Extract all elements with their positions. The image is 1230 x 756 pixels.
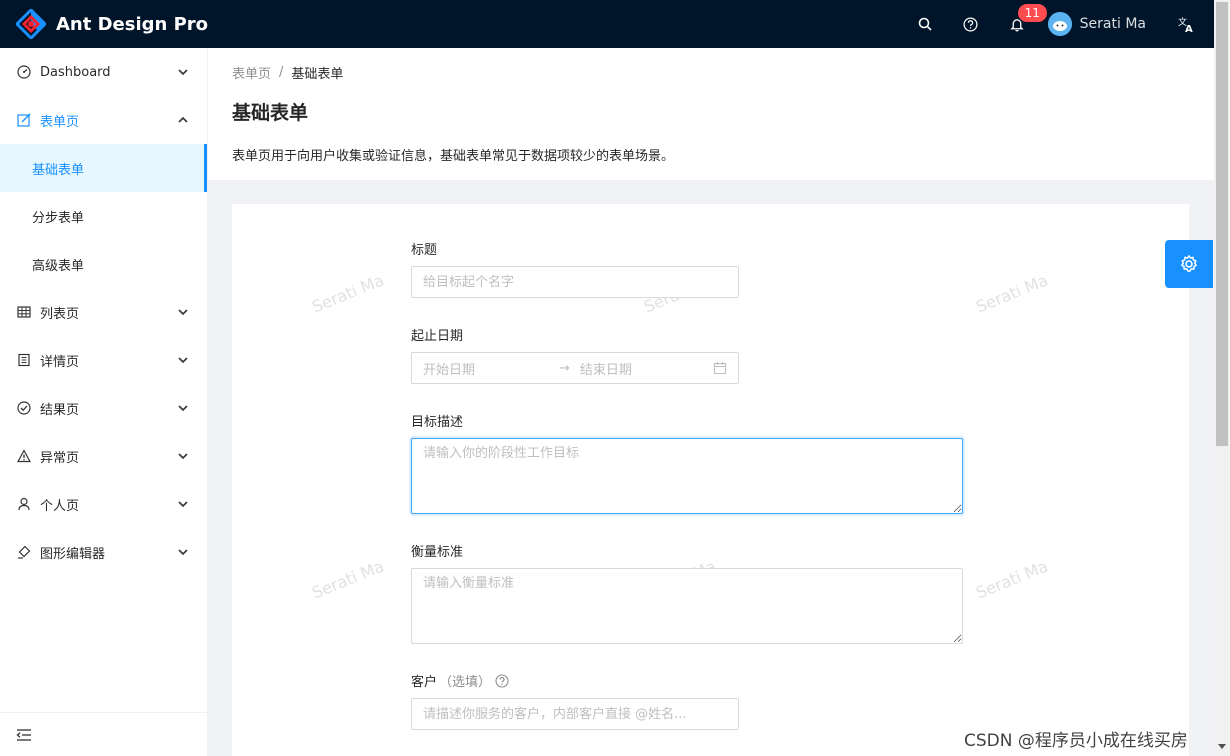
standard-textarea[interactable] — [411, 568, 963, 644]
question-icon[interactable] — [948, 0, 994, 48]
highlight-icon — [16, 544, 32, 560]
collapse-sidebar-button[interactable] — [0, 712, 208, 756]
chevron-down-icon — [178, 501, 188, 508]
sidebar-item-label: 结果页 — [40, 402, 80, 418]
sidebar-item-label: 个人页 — [40, 498, 80, 514]
ant-design-logo-icon — [16, 9, 46, 39]
svg-text:A: A — [1185, 24, 1193, 33]
user-icon — [16, 496, 32, 512]
sidebar-item-label: Dashboard — [40, 64, 111, 80]
breadcrumb-link-form[interactable]: 表单页 — [232, 63, 271, 82]
client-input[interactable] — [411, 698, 739, 730]
watermark: Serati Ma — [309, 270, 387, 317]
sidebar-subitem-step-form[interactable]: 分步表单 — [0, 192, 207, 240]
client-optional-text: （选填） — [439, 675, 492, 690]
sidebar-subitem-label: 分步表单 — [32, 210, 85, 226]
table-icon — [16, 304, 32, 320]
sidebar-subitem-label: 高级表单 — [32, 258, 85, 274]
top-header: Ant Design Pro 11 Serati Ma 文A — [0, 0, 1214, 48]
user-menu[interactable]: Serati Ma — [1040, 0, 1158, 48]
menu-fold-icon — [16, 728, 31, 741]
sidebar-item-label: 详情页 — [40, 354, 80, 370]
end-date-input[interactable]: 结束日期 — [580, 359, 632, 378]
setting-drawer-button[interactable] — [1165, 240, 1213, 288]
csdn-watermark: CSDN @程序员小成在线买房 — [964, 731, 1188, 751]
profile-icon — [16, 352, 32, 368]
title-input[interactable] — [411, 266, 739, 298]
notification-bell[interactable]: 11 — [994, 0, 1047, 48]
dashboard-icon — [16, 64, 32, 80]
form-icon — [16, 112, 32, 128]
logo[interactable]: Ant Design Pro — [0, 0, 208, 48]
chevron-down-icon — [178, 549, 188, 556]
avatar — [1047, 12, 1072, 36]
sidebar-item-dashboard[interactable]: Dashboard — [0, 48, 207, 96]
sidebar-item-label: 异常页 — [40, 450, 80, 466]
chevron-down-icon — [178, 69, 188, 76]
date-range-picker[interactable]: 开始日期 → 结束日期 — [411, 352, 739, 384]
check-circle-icon — [16, 400, 32, 416]
date-label: 起止日期 — [411, 329, 464, 344]
chevron-down-icon — [178, 357, 188, 364]
search-icon[interactable] — [902, 0, 948, 48]
sidebar-item-account[interactable]: 个人页 — [0, 480, 207, 528]
chevron-down-icon — [178, 309, 188, 316]
sidebar-item-profile[interactable]: 详情页 — [0, 336, 207, 384]
watermark: Serati Ma — [973, 270, 1051, 317]
client-label: 客户 （选填） — [411, 671, 509, 690]
sidebar-item-label: 图形编辑器 — [40, 546, 106, 562]
sidebar-item-list[interactable]: 列表页 — [0, 288, 207, 336]
calendar-icon — [713, 362, 727, 375]
app-title: Ant Design Pro — [56, 13, 209, 35]
warning-icon — [16, 448, 32, 464]
chevron-down-icon — [178, 405, 188, 412]
page-title: 基础表单 — [232, 102, 309, 124]
sidebar-item-editor[interactable]: 图形编辑器 — [0, 528, 207, 576]
sidebar-subitem-advanced-form[interactable]: 高级表单 — [0, 240, 207, 288]
standard-label: 衡量标准 — [411, 545, 464, 560]
sidebar-subitem-label: 基础表单 — [32, 162, 85, 178]
user-name: Serati Ma — [1079, 16, 1146, 32]
sidebar-item-exception[interactable]: 异常页 — [0, 432, 207, 480]
sidebar-item-label: 表单页 — [40, 114, 80, 130]
goal-label: 目标描述 — [411, 415, 464, 430]
scrollbar-thumb[interactable] — [1216, 2, 1228, 446]
goal-textarea[interactable] — [411, 438, 963, 514]
notification-badge: 11 — [1017, 4, 1047, 22]
breadcrumb: 表单页 / 基础表单 — [232, 63, 343, 82]
question-circle-icon[interactable] — [495, 673, 509, 688]
title-label: 标题 — [411, 243, 438, 258]
page-description: 表单页用于向用户收集或验证信息，基础表单常见于数据项较少的表单场景。 — [232, 149, 675, 164]
chevron-down-icon — [178, 453, 188, 460]
watermark: Serati Ma — [309, 556, 387, 603]
arrow-right-icon: → — [559, 360, 570, 376]
form-card: Serati Ma Serati Ma Serati Ma Serati Ma … — [232, 204, 1189, 756]
start-date-input[interactable]: 开始日期 — [423, 359, 559, 378]
breadcrumb-separator: / — [279, 65, 284, 80]
client-label-text: 客户 — [411, 675, 438, 690]
page-header: 表单页 / 基础表单 基础表单 表单页用于向用户收集或验证信息，基础表单常见于数… — [208, 48, 1214, 180]
watermark: Serati Ma — [973, 556, 1051, 603]
sidebar-item-label: 列表页 — [40, 306, 80, 322]
sidebar-item-form[interactable]: 表单页 — [0, 96, 207, 144]
setting-icon — [1181, 255, 1197, 272]
sidebar: Dashboard 表单页 基础表单 分步表单 高级表单 列表页 详情页 结果页 — [0, 48, 208, 756]
translate-icon[interactable]: 文A — [1158, 0, 1214, 48]
breadcrumb-current: 基础表单 — [291, 67, 344, 82]
sidebar-subitem-basic-form[interactable]: 基础表单 — [0, 144, 207, 192]
chevron-up-icon — [178, 116, 188, 123]
sidebar-item-result[interactable]: 结果页 — [0, 384, 207, 432]
scroll-down-arrow-icon[interactable] — [1218, 744, 1226, 749]
